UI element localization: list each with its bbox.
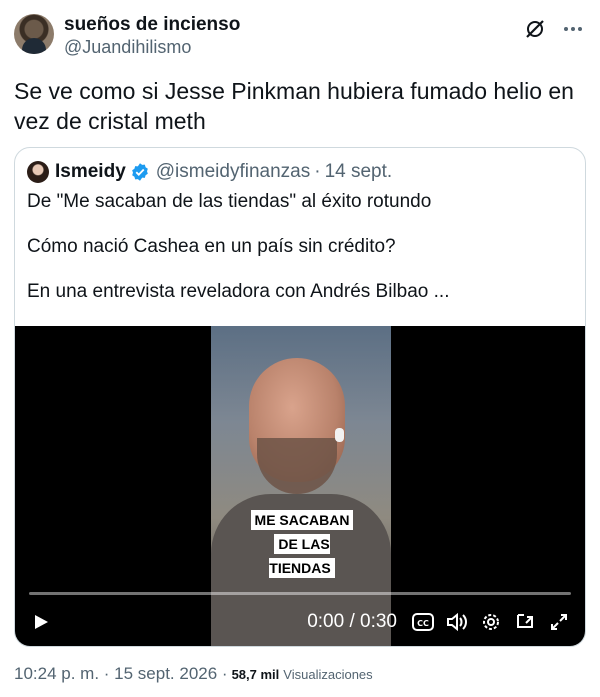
quote-line: De "Me sacaban de las tiendas" al éxito … (27, 191, 432, 212)
settings-icon[interactable] (479, 610, 503, 634)
video-frame (211, 326, 391, 646)
progress-bar[interactable] (29, 592, 571, 595)
more-icon[interactable] (560, 16, 586, 42)
pip-icon[interactable] (513, 610, 537, 634)
avatar[interactable] (14, 14, 54, 54)
tweet-timestamp[interactable]: 10:24 p. m. · 15 sept. 2026 · (14, 664, 228, 684)
display-name[interactable]: sueños de incienso (64, 14, 240, 36)
grok-icon[interactable] (522, 16, 548, 42)
caption-line: ME SACABAN (250, 510, 354, 530)
quote-text: De "Me sacaban de las tiendas" al éxito … (27, 190, 573, 325)
fullscreen-icon[interactable] (547, 610, 571, 634)
quote-avatar (27, 161, 49, 183)
video-player[interactable]: ME SACABAN DE LAS TIENDAS 0:00 / 0:30 CC (15, 326, 585, 646)
quote-display-name: Ismeidy (55, 161, 126, 182)
captions-icon[interactable]: CC (411, 610, 435, 634)
author-block: sueños de incienso @Juandihilismo (64, 14, 240, 58)
earpod (335, 428, 344, 442)
control-icons: CC (411, 610, 571, 634)
views-count: 58,7 mil (231, 667, 280, 682)
play-icon[interactable] (29, 610, 53, 634)
tweet-text: Se ve como si Jesse Pinkman hubiera fuma… (14, 78, 574, 134)
quote-separator: · (314, 161, 321, 182)
views-label: Visualizaciones (283, 667, 373, 682)
quote-date: 14 sept. (324, 161, 393, 182)
svg-text:CC: CC (417, 619, 429, 628)
video-figure-beard (257, 438, 337, 494)
volume-icon[interactable] (445, 610, 469, 634)
verified-icon (131, 163, 148, 181)
tweet-meta: 10:24 p. m. · 15 sept. 2026 · 58,7 mil V… (14, 664, 373, 684)
tweet-header: sueños de incienso @Juandihilismo (14, 12, 586, 60)
caption-line: DE LAS TIENDAS (269, 534, 335, 578)
quoted-tweet[interactable]: Ismeidy @ismeidyfinanzas · 14 sept. De "… (14, 147, 586, 647)
video-controls: 0:00 / 0:30 CC (29, 606, 571, 638)
video-time: 0:00 / 0:30 (307, 611, 397, 632)
quote-handle: @ismeidyfinanzas (155, 161, 311, 182)
video-caption: ME SACABAN DE LAS TIENDAS (247, 508, 357, 580)
header-actions (522, 16, 586, 42)
quote-line: En una entrevista reveladora con Andrés … (27, 281, 450, 302)
quote-header: Ismeidy @ismeidyfinanzas · 14 sept. (27, 160, 392, 184)
quote-line: Cómo nació Cashea en un país sin crédito… (27, 236, 396, 257)
handle[interactable]: @Juandihilismo (64, 36, 240, 58)
